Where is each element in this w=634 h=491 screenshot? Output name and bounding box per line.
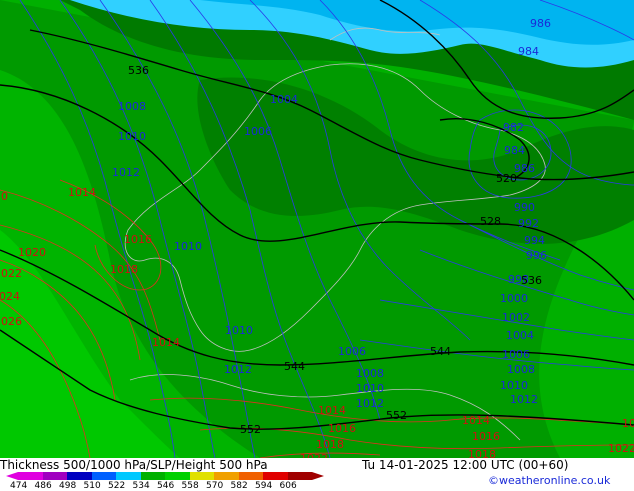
pressure-label: 990 (514, 201, 535, 214)
pressure-label: 1008 (507, 363, 535, 376)
high-pressure-label: 1020 (0, 190, 8, 203)
pressure-label: 1008 (118, 100, 146, 113)
high-pressure-label: 1026 (0, 315, 22, 328)
pressure-label: 1006 (338, 345, 366, 358)
pressure-label: 1012 (510, 393, 538, 406)
pressure-label: 996 (526, 249, 547, 262)
pressure-label: 1010 (356, 382, 384, 395)
pressure-label: 1004 (270, 93, 298, 106)
pressure-label: 1012 (224, 363, 252, 376)
thickness-label: 536 (128, 64, 149, 77)
high-pressure-label: 1016 (622, 417, 634, 430)
high-pressure-label: 1024 (0, 290, 20, 303)
high-pressure-label: 1018 (468, 448, 496, 458)
credit-link[interactable]: ©weatheronline.co.uk (488, 474, 610, 487)
thickness-label: 552 (240, 423, 261, 436)
pressure-label: 1010 (118, 130, 146, 143)
map-title: Thickness 500/1000 hPa/SLP/Height 500 hP… (0, 458, 268, 472)
high-pressure-label: 1014 (152, 336, 180, 349)
pressure-label: 984 (518, 45, 539, 58)
thickness-label: 528 (480, 215, 501, 228)
map-footer: Thickness 500/1000 hPa/SLP/Height 500 hP… (0, 458, 634, 491)
legend-swatch (91, 472, 116, 480)
legend-swatch (18, 472, 43, 480)
high-pressure-label: 1020 (18, 246, 46, 259)
pressure-label: 1004 (506, 329, 534, 342)
thickness-label: 544 (284, 360, 305, 373)
high-pressure-label: 1014 (462, 414, 490, 427)
pressure-label: 986 (514, 162, 535, 175)
high-pressure-label: 1014 (68, 186, 96, 199)
legend-swatch (42, 472, 67, 480)
pressure-label: 1010 (174, 240, 202, 253)
legend-swatch (116, 472, 141, 480)
legend-swatch (263, 472, 288, 480)
legend-swatch (165, 472, 190, 480)
legend-arrow-left (6, 472, 18, 480)
high-pressure-label: 1016 (472, 430, 500, 443)
pressure-label: 1012 (356, 397, 384, 410)
pressure-label: 994 (524, 234, 545, 247)
weather-map: 986 984 1008 1004 1010 1006 982 984 986 … (0, 0, 634, 465)
legend-swatch (287, 472, 312, 480)
thickness-label: 544 (430, 345, 451, 358)
pressure-label: 1012 (112, 166, 140, 179)
pressure-label: 1010 (500, 379, 528, 392)
high-pressure-label: 1018 (316, 438, 344, 451)
valid-time: Tu 14-01-2025 12:00 UTC (00+60) (362, 458, 569, 472)
thickness-label: 552 (386, 409, 407, 422)
legend-swatch (67, 472, 92, 480)
legend-swatch (214, 472, 239, 480)
pressure-label: 984 (504, 144, 525, 157)
legend-swatch (189, 472, 214, 480)
color-legend: 474 486 498 510 522 534 546 558 570 582 594 606 (0, 472, 330, 491)
pressure-label: 1002 (502, 311, 530, 324)
legend-arrow-right (312, 472, 324, 480)
legend-swatch (140, 472, 165, 480)
pressure-label: 992 (518, 217, 539, 230)
pressure-label: 1010 (225, 324, 253, 337)
pressure-label: 982 (503, 121, 524, 134)
pressure-label: 1006 (502, 348, 530, 361)
high-pressure-label: 1014 (318, 404, 346, 417)
high-pressure-label: 1018 (110, 263, 138, 276)
pressure-label: 1000 (500, 292, 528, 305)
high-pressure-label: 1016 (328, 422, 356, 435)
high-pressure-label: 1016 (124, 233, 152, 246)
pressure-label: 1006 (244, 125, 272, 138)
legend-swatch (238, 472, 263, 480)
high-pressure-label: 1022 (0, 267, 22, 280)
thickness-label: 520 (496, 172, 517, 185)
high-pressure-label: 1022 (608, 442, 634, 455)
map-canvas: 986 984 1008 1004 1010 1006 982 984 986 … (0, 0, 634, 465)
thickness-label: 536 (521, 274, 542, 287)
pressure-label: 1008 (356, 367, 384, 380)
pressure-label: 986 (530, 17, 551, 30)
